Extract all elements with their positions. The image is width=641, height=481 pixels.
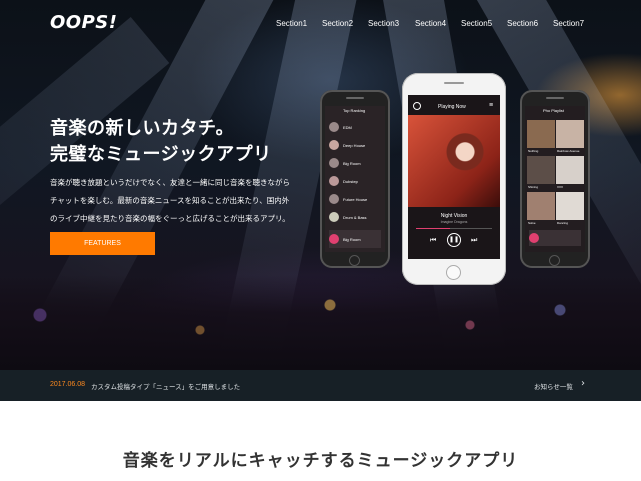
album-thumb	[529, 233, 539, 243]
news-link[interactable]: カスタム投稿タイプ「ニュース」をご用意しました	[91, 381, 240, 391]
album-label: XXX	[557, 185, 564, 189]
phone-speaker	[546, 97, 564, 99]
back-icon[interactable]	[413, 102, 421, 110]
site-logo[interactable]: OOPS!	[50, 12, 117, 33]
hero-headline-line2: 完璧なミュージックアプリ	[50, 144, 272, 165]
mini-player	[529, 230, 581, 246]
album-label: Shining	[528, 185, 539, 189]
phone-right-title: Pho Playlist	[543, 108, 564, 113]
news-list-link[interactable]: お知らせ一覧	[534, 381, 573, 391]
hero-section: OOPS! Section1 Section2 Section3 Section…	[0, 0, 641, 370]
nav-section6[interactable]: Section6	[507, 19, 538, 28]
album-cover	[527, 156, 555, 184]
nav-section1[interactable]: Section1	[276, 19, 307, 28]
phone-left-title: Top Ranking	[343, 108, 366, 113]
list-item-label: Big Room	[343, 160, 361, 166]
nav-section5[interactable]: Section5	[461, 19, 492, 28]
home-button	[446, 265, 461, 280]
album-cover	[556, 120, 584, 148]
list-item-label: Big Room	[343, 236, 361, 242]
phone-right-screen: Pho Playlist Nothing Rainbow Avenue Shin…	[525, 106, 585, 252]
track-artist: Imagine Dragons	[440, 220, 468, 224]
prev-icon[interactable]: ⏮	[430, 237, 436, 245]
phone-center: Playing Now ≡ Night Vision Imagine Drago…	[402, 73, 506, 285]
list-item-label: EDM	[343, 124, 352, 130]
features-button[interactable]: FEATURES	[50, 232, 155, 255]
album-thumb	[329, 140, 339, 150]
news-bar: 2017.06.08 カスタム投稿タイプ「ニュース」をご用意しました お知らせ一…	[0, 370, 641, 401]
pause-icon[interactable]: ❚❚	[447, 233, 461, 247]
hero-desc-line2: チャットを楽しむ。最新の音楽ニュースを知ることが出来たり、国内外	[50, 196, 290, 205]
album-thumb	[329, 122, 339, 132]
phone-speaker	[444, 82, 464, 84]
list-item: Deep House	[329, 136, 381, 154]
album-cover	[556, 192, 584, 220]
progress-fill	[416, 228, 451, 229]
track-title: Night Vision	[440, 213, 468, 219]
list-item-label: Future House	[343, 196, 368, 202]
album-thumb	[329, 212, 339, 222]
phone-speaker	[346, 97, 364, 99]
list-item-label: Dubstep	[343, 178, 358, 184]
menu-icon[interactable]: ≡	[489, 102, 493, 109]
list-item: Future House	[329, 190, 381, 208]
list-item: Dubstep	[329, 172, 381, 190]
phone-left-screen: Top Ranking EDM Deep House Big Room Dubs…	[325, 106, 385, 252]
phone-center-screen: Playing Now ≡ Night Vision Imagine Drago…	[408, 95, 500, 259]
album-label: Rainbow Avenue	[557, 149, 580, 153]
section-title: 音楽をリアルにキャッチするミュージックアプリ	[122, 451, 519, 471]
list-item: Big Room	[329, 154, 381, 172]
next-icon[interactable]: ⏭	[471, 237, 477, 245]
list-item-label: Drum & Bass	[343, 214, 367, 220]
album-cover	[556, 156, 584, 184]
album-thumb	[329, 176, 339, 186]
crowd-silhouette	[0, 275, 641, 370]
album-cover	[527, 120, 555, 148]
nav-section3[interactable]: Section3	[368, 19, 399, 28]
news-date: 2017.06.08	[50, 381, 86, 388]
home-button	[349, 255, 360, 266]
nav-section2[interactable]: Section2	[322, 19, 353, 28]
hero-desc-line3: のライブ中継を見たり音楽の幅をぐーっと広げることが出来るアプリ。	[50, 214, 290, 223]
phone-center-title: Playing Now	[438, 104, 466, 110]
album-thumb	[329, 234, 339, 244]
phone-right: Pho Playlist Nothing Rainbow Avenue Shin…	[520, 90, 590, 268]
album-thumb	[329, 194, 339, 204]
hero-headline: 音楽の新しいカタチ。 完璧なミュージックアプリ	[50, 116, 272, 168]
nav-section4[interactable]: Section4	[415, 19, 446, 28]
hero-desc-line1: 音楽が聴き放題というだけでなく、友達と一緒に同じ音楽を聴きながら	[50, 178, 290, 187]
album-cover	[527, 192, 555, 220]
album-label: Solve	[528, 221, 536, 225]
album-art	[408, 115, 500, 207]
list-item: EDM	[329, 118, 381, 136]
phone-left: Top Ranking EDM Deep House Big Room Dubs…	[320, 90, 390, 268]
album-label: Dancing	[557, 221, 569, 225]
list-item: Drum & Bass	[329, 208, 381, 226]
list-item: Big Room	[329, 230, 381, 248]
list-item-label: Deep House	[343, 142, 366, 148]
album-label: Nothing	[528, 149, 539, 153]
chevron-right-icon[interactable]: ›	[581, 378, 585, 389]
nav-section7[interactable]: Section7	[553, 19, 584, 28]
hero-description: 音楽が聴き放題というだけでなく、友達と一緒に同じ音楽を聴きながら チャットを楽し…	[50, 174, 310, 228]
progress-bar[interactable]	[416, 228, 492, 229]
hero-headline-line1: 音楽の新しいカタチ。	[50, 118, 235, 139]
home-button	[549, 255, 560, 266]
album-thumb	[329, 158, 339, 168]
